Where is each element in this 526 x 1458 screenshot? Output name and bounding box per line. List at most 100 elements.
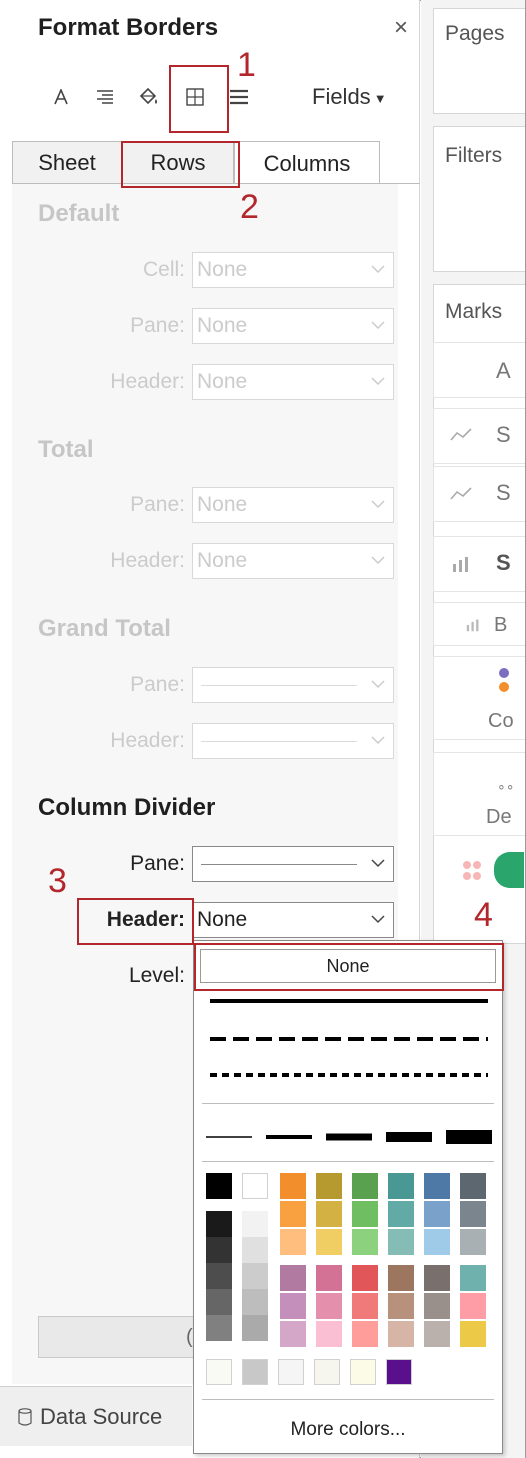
color-swatch[interactable] (242, 1237, 268, 1263)
color-swatch[interactable] (424, 1293, 450, 1319)
color-swatch[interactable] (388, 1229, 414, 1255)
color-swatch[interactable] (242, 1173, 268, 1199)
grand-total-pane-dropdown[interactable] (192, 667, 394, 703)
color-swatch[interactable] (280, 1265, 306, 1291)
row-label: Header: (110, 549, 185, 572)
solid-line-option[interactable] (210, 991, 488, 1011)
color-swatch[interactable] (316, 1201, 342, 1227)
color-swatch[interactable] (242, 1359, 268, 1385)
color-swatch[interactable] (388, 1201, 414, 1227)
annotation-number: 1 (237, 46, 256, 84)
color-swatch[interactable] (278, 1359, 304, 1385)
color-swatch[interactable] (206, 1289, 232, 1315)
database-icon (18, 1407, 32, 1426)
color-swatch[interactable] (206, 1263, 232, 1289)
color-swatch[interactable] (242, 1289, 268, 1315)
color-swatch[interactable] (424, 1265, 450, 1291)
marks-row-bar[interactable] (433, 536, 525, 592)
color-swatch[interactable] (388, 1293, 414, 1319)
color-swatch[interactable] (316, 1229, 342, 1255)
data-source-tab[interactable]: Data Source (0, 1386, 192, 1446)
color-swatch[interactable] (316, 1293, 342, 1319)
color-swatch[interactable] (242, 1315, 268, 1341)
color-swatch[interactable] (350, 1359, 376, 1385)
marks-row-line-1[interactable] (433, 408, 525, 464)
color-swatch[interactable] (242, 1263, 268, 1289)
chevron-down-icon (371, 265, 385, 274)
dropdown-value: None (197, 493, 248, 516)
tab-columns[interactable]: Columns (234, 141, 380, 185)
font-format-icon[interactable] (48, 84, 74, 110)
color-swatch[interactable] (460, 1173, 486, 1199)
grand-total-header-dropdown[interactable] (192, 723, 394, 759)
color-swatch[interactable] (316, 1321, 342, 1347)
alignment-format-icon[interactable] (92, 84, 118, 110)
popup-none-option[interactable]: None (200, 949, 496, 983)
color-swatch[interactable] (460, 1229, 486, 1255)
color-swatch[interactable] (316, 1265, 342, 1291)
color-swatch[interactable] (424, 1321, 450, 1347)
chevron-down-icon (371, 859, 385, 868)
chevron-down-icon (371, 556, 385, 565)
color-swatch[interactable] (386, 1359, 412, 1385)
color-swatch[interactable] (460, 1321, 486, 1347)
color-swatch[interactable] (280, 1201, 306, 1227)
color-swatch[interactable] (460, 1265, 486, 1291)
line-weight-4[interactable] (386, 1127, 432, 1147)
default-cell-dropdown[interactable]: None (192, 252, 394, 288)
dotted-line-option[interactable] (210, 1065, 488, 1085)
mark-row-letter: S (496, 550, 511, 575)
color-swatch[interactable] (206, 1237, 232, 1263)
color-swatch[interactable] (460, 1201, 486, 1227)
line-weight-1[interactable] (206, 1127, 252, 1147)
color-swatch[interactable] (280, 1321, 306, 1347)
line-style-sample (201, 685, 357, 686)
borders-format-icon[interactable] (182, 84, 208, 110)
total-pane-dropdown[interactable]: None (192, 487, 394, 523)
color-swatch[interactable] (352, 1201, 378, 1227)
color-swatch[interactable] (280, 1229, 306, 1255)
color-swatch[interactable] (242, 1211, 268, 1237)
default-header-dropdown[interactable]: None (192, 364, 394, 400)
color-swatch[interactable] (280, 1173, 306, 1199)
color-swatch[interactable] (206, 1211, 232, 1237)
color-swatch[interactable] (424, 1173, 450, 1199)
total-header-dropdown[interactable]: None (192, 543, 394, 579)
color-swatch[interactable] (206, 1315, 232, 1341)
column-divider-header-dropdown[interactable]: None (192, 902, 394, 938)
color-swatch[interactable] (316, 1173, 342, 1199)
color-swatch[interactable] (206, 1173, 232, 1199)
color-swatch[interactable] (314, 1359, 340, 1385)
color-swatch[interactable] (424, 1229, 450, 1255)
line-weight-3[interactable] (326, 1127, 372, 1147)
tab-rows[interactable]: Rows (122, 141, 234, 184)
lines-format-icon[interactable] (226, 84, 252, 110)
color-swatch[interactable] (352, 1321, 378, 1347)
color-legend-icon (462, 860, 486, 889)
color-swatch[interactable] (352, 1173, 378, 1199)
default-pane-dropdown[interactable]: None (192, 308, 394, 344)
more-colors-link[interactable]: More colors... (194, 1419, 502, 1441)
marks-row-line-2[interactable] (433, 466, 525, 522)
color-swatch[interactable] (352, 1293, 378, 1319)
line-weight-5[interactable] (446, 1127, 492, 1147)
clear-button[interactable] (38, 1316, 198, 1358)
color-swatch[interactable] (352, 1229, 378, 1255)
color-swatch[interactable] (280, 1293, 306, 1319)
chevron-down-icon (371, 915, 385, 924)
fields-dropdown[interactable]: Fields ▼ (312, 84, 387, 110)
shading-format-icon[interactable] (136, 84, 162, 110)
color-swatch[interactable] (352, 1265, 378, 1291)
color-swatch[interactable] (460, 1293, 486, 1319)
dashed-line-option[interactable] (210, 1029, 488, 1049)
line-weight-2[interactable] (266, 1127, 312, 1147)
marks-row-all[interactable] (433, 342, 525, 398)
color-swatch[interactable] (388, 1265, 414, 1291)
column-divider-pane-dropdown[interactable] (192, 846, 394, 882)
color-swatch[interactable] (424, 1201, 450, 1227)
color-swatch[interactable] (388, 1321, 414, 1347)
color-swatch[interactable] (388, 1173, 414, 1199)
color-swatch[interactable] (206, 1359, 232, 1385)
tab-sheet[interactable]: Sheet (12, 141, 122, 184)
close-button[interactable]: × (394, 14, 408, 42)
